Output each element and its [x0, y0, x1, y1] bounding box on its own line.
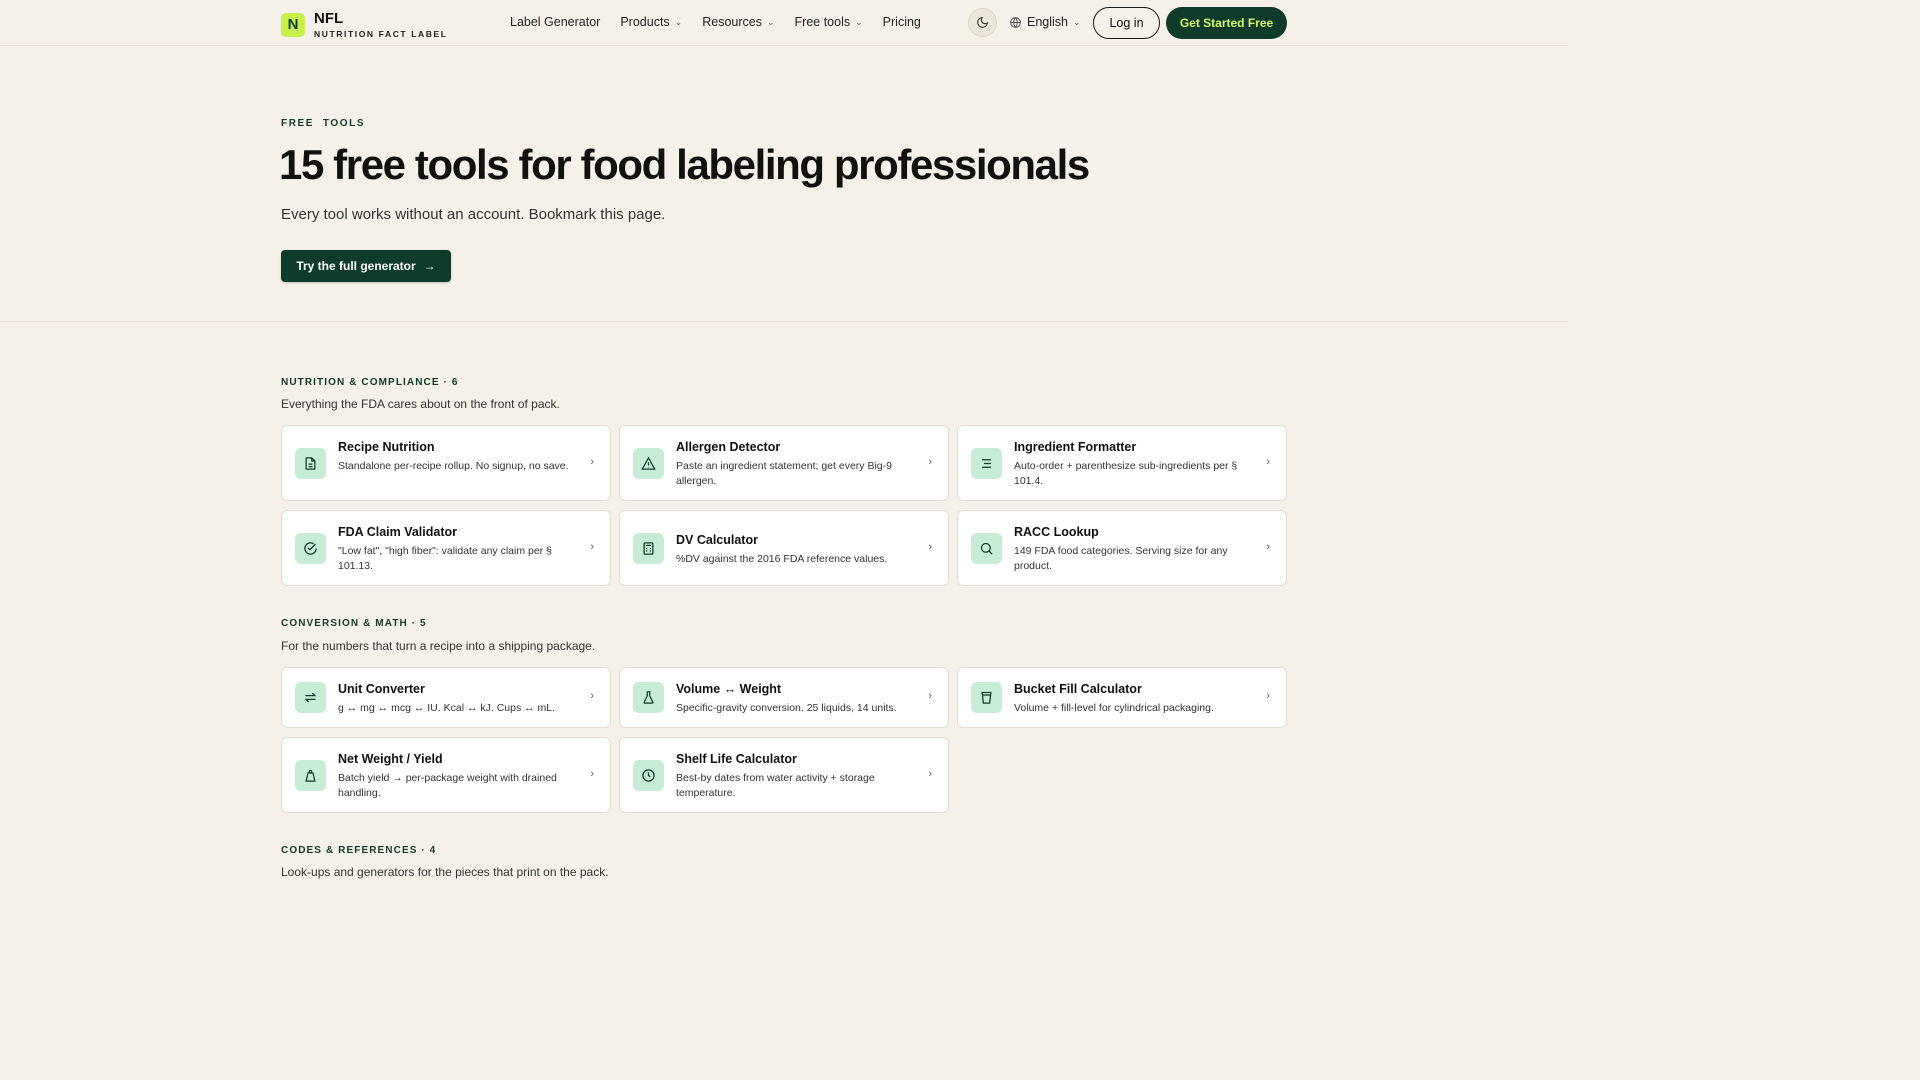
tool-title: Shelf Life Calculator	[676, 752, 797, 766]
globe-icon	[1010, 16, 1021, 28]
login-button[interactable]: Log in	[1093, 7, 1160, 39]
chevron-right-icon: ›	[928, 768, 932, 780]
section-description-nutrition: Everything the FDA cares about on the fr…	[281, 397, 560, 411]
logo-name: NFL	[314, 10, 344, 27]
tool-card-dv-calculator[interactable]: DV Calculator %DV against the 2016 FDA r…	[619, 510, 949, 586]
tool-description: Best-by dates from water activity + stor…	[676, 772, 875, 799]
tool-description: %DV against the 2016 FDA reference value…	[676, 553, 888, 565]
logo[interactable]: N NFL NUTRITION FACT LABEL	[281, 11, 448, 39]
language-label: English	[1027, 15, 1068, 29]
hero-eyebrow: FREE TOOLS	[281, 118, 366, 129]
nav-link-products[interactable]: Products ⌄	[620, 15, 682, 29]
chevron-down-icon: ⌄	[674, 16, 683, 27]
document-icon	[295, 448, 326, 479]
tool-title: Ingredient Formatter	[1014, 440, 1137, 454]
section-heading-codes: CODES & REFERENCES · 4	[281, 845, 437, 856]
tool-card-racc-lookup[interactable]: RACC Lookup 149 FDA food categories. Ser…	[957, 510, 1287, 586]
tool-description: Auto-order + parenthesize sub-ingredient…	[1014, 460, 1238, 487]
bucket-icon	[971, 682, 1002, 713]
chevron-right-icon: ›	[590, 690, 594, 702]
tool-title: DV Calculator	[676, 533, 758, 547]
chevron-right-icon: ›	[928, 541, 932, 553]
top-nav: N NFL NUTRITION FACT LABEL Label Generat…	[0, 0, 1568, 46]
chevron-down-icon: ⌄	[1073, 16, 1081, 27]
theme-toggle-button[interactable]	[968, 8, 997, 37]
chevron-right-icon: ›	[1266, 541, 1270, 553]
nav-link-label-generator[interactable]: Label Generator	[510, 15, 600, 29]
section-description-codes: Look-ups and generators for the pieces t…	[281, 865, 609, 879]
tool-title: Allergen Detector	[676, 440, 781, 454]
tool-description: Specific-gravity conversion. 25 liquids,…	[676, 702, 897, 714]
page-title: 15 free tools for food labeling professi…	[279, 141, 1090, 188]
tool-title: Net Weight / Yield	[338, 752, 443, 766]
chevron-right-icon: ›	[928, 690, 932, 702]
section-description-conversion: For the numbers that turn a recipe into …	[281, 639, 596, 653]
tool-title: Recipe Nutrition	[338, 440, 435, 454]
chevron-right-icon: ›	[590, 541, 594, 553]
tool-description: Batch yield → per-package weight with dr…	[338, 772, 557, 799]
tool-description: 149 FDA food categories. Serving size fo…	[1014, 545, 1228, 572]
logo-mark: N	[281, 12, 305, 37]
tool-title: RACC Lookup	[1014, 525, 1099, 539]
calculator-icon	[633, 533, 664, 564]
tool-card-unit-converter[interactable]: Unit Converter g ↔ mg ↔ mcg ↔ IU. Kcal ↔…	[281, 667, 611, 728]
warning-triangle-icon	[633, 448, 664, 479]
chevron-right-icon: ›	[1266, 456, 1270, 468]
section-heading-conversion: CONVERSION & MATH · 5	[281, 618, 427, 629]
search-icon	[971, 533, 1002, 564]
arrow-right-icon: →	[423, 259, 436, 273]
clock-icon	[633, 760, 664, 791]
chevron-right-icon: ›	[590, 456, 594, 468]
chevron-down-icon: ⌄	[855, 16, 863, 27]
moon-icon	[977, 16, 989, 28]
tool-card-ingredient-formatter[interactable]: Ingredient Formatter Auto-order + parent…	[957, 425, 1287, 501]
check-circle-icon	[295, 533, 326, 564]
nav-link-free-tools[interactable]: Free tools ⌄	[795, 15, 863, 29]
tool-title: Bucket Fill Calculator	[1014, 682, 1142, 696]
weight-icon	[295, 760, 326, 791]
hero-subtitle: Every tool works without an account. Boo…	[281, 206, 666, 223]
tool-description: Standalone per-recipe rollup. No signup,…	[338, 460, 569, 472]
try-generator-button[interactable]: Try the full generator →	[281, 250, 451, 282]
tool-description: "Low fat", "high fiber": validate any cl…	[338, 545, 552, 572]
tool-title: Unit Converter	[338, 682, 425, 696]
nav-link-pricing[interactable]: Pricing	[883, 15, 921, 29]
tool-title: Volume ↔ Weight	[676, 682, 782, 696]
tool-card-net-weight-yield[interactable]: Net Weight / Yield Batch yield → per-pac…	[281, 737, 611, 813]
tool-description: g ↔ mg ↔ mcg ↔ IU. Kcal ↔ kJ. Cups ↔ mL.	[338, 702, 556, 714]
swap-arrows-icon	[295, 682, 326, 713]
chevron-right-icon: ›	[590, 768, 594, 780]
section-heading-nutrition: NUTRITION & COMPLIANCE · 6	[281, 377, 459, 388]
chevron-down-icon: ⌄	[766, 16, 775, 27]
tool-title: FDA Claim Validator	[338, 525, 458, 539]
language-selector[interactable]: English ⌄	[1009, 15, 1081, 29]
get-started-button[interactable]: Get Started Free	[1166, 7, 1287, 39]
tool-card-fda-claim-validator[interactable]: FDA Claim Validator "Low fat", "high fib…	[281, 510, 611, 586]
tool-description: Volume + fill-level for cylindrical pack…	[1014, 702, 1214, 714]
chevron-right-icon: ›	[928, 456, 932, 468]
tool-card-recipe-nutrition[interactable]: Recipe Nutrition Standalone per-recipe r…	[281, 425, 611, 501]
tool-description: Paste an ingredient statement; get every…	[676, 460, 892, 487]
chevron-right-icon: ›	[1266, 690, 1270, 702]
tool-card-volume-weight[interactable]: Volume ↔ Weight Specific-gravity convers…	[619, 667, 949, 728]
flask-icon	[633, 682, 664, 713]
tool-card-shelf-life-calculator[interactable]: Shelf Life Calculator Best-by dates from…	[619, 737, 949, 813]
logo-subtitle: NUTRITION FACT LABEL	[314, 29, 448, 39]
tool-card-allergen-detector[interactable]: Allergen Detector Paste an ingredient st…	[619, 425, 949, 501]
tool-card-bucket-fill-calculator[interactable]: Bucket Fill Calculator Volume + fill-lev…	[957, 667, 1287, 728]
list-icon	[971, 448, 1002, 479]
nav-link-resources[interactable]: Resources ⌄	[702, 15, 774, 29]
section-divider	[0, 321, 1568, 322]
nav-links: Label Generator Products ⌄ Resources ⌄ Fre…	[510, 15, 941, 29]
